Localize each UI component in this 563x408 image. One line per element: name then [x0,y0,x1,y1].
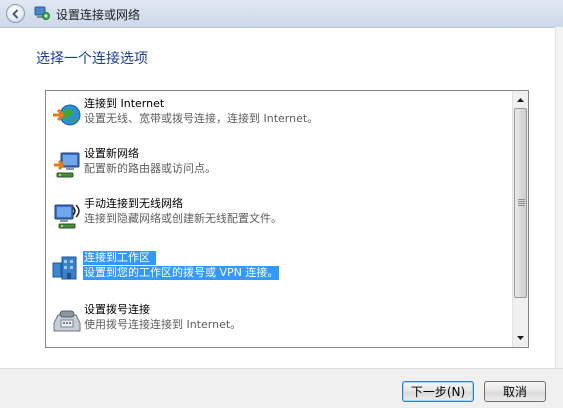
option-title: 连接到工作区 [83,251,156,265]
wireless-network-icon [54,204,80,229]
option-description: 使用拨号连接连接到 Internet。 [84,318,242,331]
new-network-icon [54,152,80,178]
option-title: 设置拨号连接 [84,303,150,316]
option-title: 手动连接到无线网络 [84,197,183,210]
cancel-button[interactable]: 取消 [484,381,546,402]
option-manual-wireless[interactable]: 手动连接到无线网络 连接到隐藏网络或创建新无线配置文件。 [47,195,512,241]
list-scrollbar[interactable] [512,91,528,347]
next-button[interactable]: 下一步(N) [402,381,474,402]
network-setup-icon [34,6,50,20]
window-scrollbar[interactable] [555,27,563,368]
option-connect-workplace[interactable]: 连接到工作区 设置到您的工作区的拨号或 VPN 连接。 [47,249,512,295]
option-setup-dialup[interactable]: 设置拨号连接 使用拨号连接连接到 Internet。 [47,301,512,347]
option-description: 设置无线、宽带或拨号连接，连接到 Internet。 [84,112,319,125]
button-bar: 下一步(N) 取消 [0,368,563,408]
workplace-icon [52,256,77,280]
internet-globe-icon [53,104,81,126]
option-description: 配置新的路由器或访问点。 [84,162,216,175]
connection-options-list[interactable]: 连接到 Internet 设置无线、宽带或拨号连接，连接到 Internet。 … [45,90,529,348]
scroll-down-arrow-icon[interactable] [513,330,528,346]
window-title: 设置连接或网络 [56,8,141,22]
back-arrow-icon [12,9,19,19]
page-heading: 选择一个连接选项 [36,51,148,67]
scroll-up-arrow-icon[interactable] [513,92,528,108]
option-setup-new-network[interactable]: 设置新网络 配置新的路由器或访问点。 [47,145,512,191]
title-bar: 设置连接或网络 [0,0,563,27]
scroll-thumb[interactable] [514,108,527,298]
option-description: 连接到隐藏网络或创建新无线配置文件。 [84,212,282,225]
back-button[interactable] [6,4,25,23]
dialup-modem-icon [53,310,81,332]
option-connect-internet[interactable]: 连接到 Internet 设置无线、宽带或拨号连接，连接到 Internet。 [47,95,512,141]
option-title: 设置新网络 [84,147,139,160]
option-title: 连接到 Internet [84,97,165,110]
option-description: 设置到您的工作区的拨号或 VPN 连接。 [83,266,280,280]
